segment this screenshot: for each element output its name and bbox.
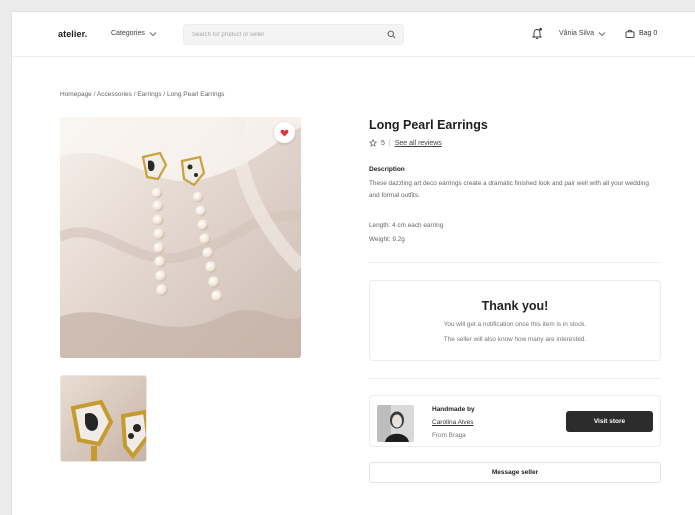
product-main-image[interactable] [60,117,301,358]
star-icon [369,139,377,147]
weight-spec: Weight: 9.2g [369,236,405,243]
message-seller-button[interactable]: Message seller [369,462,661,483]
chevron-down-icon [149,31,157,36]
handmade-by-label: Handmade by [432,406,475,413]
chevron-down-icon [598,31,606,36]
search-icon[interactable] [387,30,396,39]
description-heading: Description [369,166,405,173]
see-all-reviews-link[interactable]: See all reviews [395,140,442,147]
divider [369,378,661,379]
divider [369,262,661,263]
user-name: Vânia Silva [559,30,595,37]
rating-value: 5 [381,139,385,147]
search-bar [183,24,404,45]
search-input[interactable] [184,25,384,44]
notification-line-1: You will get a notification once this it… [443,321,587,328]
rating-separator: | [388,139,391,147]
seller-avatar[interactable] [377,405,414,442]
visit-store-button[interactable]: Visit store [566,411,653,432]
product-thumbnail[interactable] [60,375,147,462]
seller-location: From Braga [432,432,466,439]
notification-line-2: The seller will also know how many are i… [443,336,587,343]
notification-bell-icon[interactable] [531,27,543,40]
product-page: atelier. Categories Vânia Silva Bag 0 Ho… [11,11,695,515]
seller-name-link[interactable]: Carolina Alves [432,419,474,426]
categories-label: Categories [111,30,145,37]
seller-card: Handmade by Carolina Alves From Braga Vi… [369,395,661,447]
length-spec: Length: 4 cm each earring [369,222,444,229]
top-navbar: atelier. Categories Vânia Silva Bag 0 [12,12,695,57]
thank-you-title: Thank you! [481,299,549,313]
rating-row: 5 | See all reviews [369,139,442,147]
heart-icon [280,129,289,137]
breadcrumb-item-accessories[interactable]: Accessories [97,91,132,98]
description-text: These dazzling art deco earrings create … [369,180,649,199]
breadcrumb-item-current: Long Pearl Earrings [166,91,225,98]
logo[interactable]: atelier. [58,29,87,39]
favorite-button[interactable] [274,122,295,143]
bag-label: Bag 0 [639,30,658,37]
bag-icon [625,29,635,38]
breadcrumb-item-homepage[interactable]: Homepage [60,91,92,98]
user-menu[interactable]: Vânia Silva [559,30,606,37]
breadcrumb: Homepage / Accessories / Earrings / Long… [60,91,225,98]
breadcrumb-item-earrings[interactable]: Earrings [137,91,161,98]
bag-button[interactable]: Bag 0 [625,29,657,38]
stock-notification-card: Thank you! You will get a notification o… [369,280,661,361]
product-title: Long Pearl Earrings [369,118,488,132]
categories-dropdown[interactable]: Categories [111,30,157,37]
